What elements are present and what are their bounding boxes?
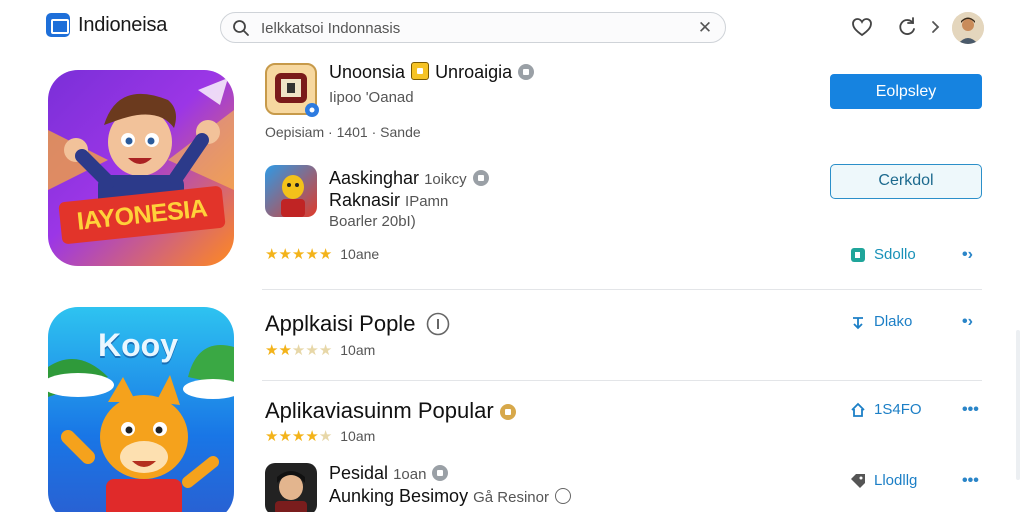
download-icon: [853, 316, 863, 329]
section-title[interactable]: Aplikaviasuinm Popular: [265, 398, 516, 424]
rating-count: 10ane: [340, 246, 380, 262]
star-full-icon: ★: [318, 246, 333, 263]
featured-app-title[interactable]: Unoonsia Unroaigia: [329, 62, 535, 83]
scrollbar[interactable]: [1016, 330, 1020, 480]
character-icon: [275, 471, 307, 512]
popular-tile-logo: Kooy: [98, 327, 178, 363]
open-button[interactable]: Cerkdol: [830, 164, 982, 199]
award-icon: [499, 404, 516, 420]
chevron-right-icon[interactable]: [928, 14, 944, 40]
more-options-icon[interactable]: •›: [962, 313, 973, 331]
clear-search-icon[interactable]: ✕: [695, 18, 715, 38]
status-action[interactable]: Llodllg: [850, 472, 917, 489]
app-subtitle: Aunking Besimoy Gå Resinor: [329, 486, 571, 507]
star-empty-icon: ★: [318, 428, 333, 445]
lock-icon: [432, 465, 449, 481]
star-empty-icon: ★: [291, 342, 306, 359]
divider: [262, 380, 982, 381]
bookmark-icon: [851, 247, 865, 262]
more-options-icon[interactable]: •›: [962, 246, 973, 264]
star-full-icon: ★: [291, 246, 306, 263]
divider: [262, 289, 982, 290]
brand-name: Indioneisa: [78, 13, 168, 36]
rating-count: 10am: [340, 428, 376, 444]
verified-icon: [305, 103, 319, 117]
app-thumb[interactable]: [265, 165, 317, 217]
editor-choice-icon: [411, 62, 430, 80]
install-button[interactable]: Eolpsley: [830, 74, 982, 109]
star-empty-icon: ★: [305, 342, 319, 359]
save-action[interactable]: Sdollo: [850, 246, 916, 263]
star-full-icon: ★: [265, 428, 279, 445]
user-avatar-icon: [952, 12, 984, 44]
upload-action[interactable]: 1S4FO: [850, 401, 922, 418]
rating-count: 10am: [340, 342, 376, 358]
download-action[interactable]: Dlako: [850, 313, 912, 330]
avatar[interactable]: [952, 12, 984, 44]
more-options-icon[interactable]: •••: [962, 472, 979, 490]
app-developer: Boarler 20bI): [329, 213, 416, 230]
popular-app-tile[interactable]: Kooy: [48, 307, 234, 512]
app-store-icon: [46, 13, 70, 37]
heart-icon[interactable]: [849, 14, 875, 40]
featured-app-thumb[interactable]: [265, 63, 319, 117]
star-full-icon: ★: [291, 428, 306, 445]
featured-app-tile[interactable]: IAYONESIA: [48, 70, 234, 266]
star-full-icon: ★: [278, 428, 292, 445]
app-subtitle: Raknasir IPamn: [329, 190, 449, 210]
brand[interactable]: Indioneisa: [46, 13, 167, 37]
rating-stars: ★★★★★ 10am: [265, 341, 375, 359]
star-full-icon: ★: [278, 342, 292, 359]
featured-publisher[interactable]: Iipoo 'Oanad: [329, 89, 414, 106]
search-input[interactable]: [261, 17, 681, 39]
app-title[interactable]: Pesidal 1oan: [329, 463, 449, 484]
character-icon: [281, 175, 305, 217]
search-icon: [233, 20, 249, 36]
star-full-icon: ★: [278, 246, 292, 263]
app-thumb[interactable]: [265, 463, 317, 512]
star-full-icon: ★: [265, 342, 279, 359]
circle-icon: [554, 488, 571, 504]
home-icon: [851, 402, 865, 417]
more-options-icon[interactable]: •••: [962, 401, 979, 419]
star-full-icon: ★: [305, 428, 319, 445]
section-title[interactable]: Applkaisi Pople: [265, 311, 450, 337]
lock-icon: [472, 170, 489, 186]
featured-meta: Oepisiam · 1401 · Sande: [265, 124, 421, 140]
refresh-icon[interactable]: [894, 14, 920, 40]
lock-icon: [518, 64, 535, 80]
star-full-icon: ★: [265, 246, 279, 263]
top-bar: Indioneisa ✕: [0, 0, 1024, 54]
rating-stars: ★★★★★ 10ane: [265, 245, 379, 263]
star-empty-icon: ★: [318, 342, 333, 359]
rating-stars: ★★★★★ 10am: [265, 427, 375, 445]
info-icon[interactable]: [426, 312, 450, 336]
app-title[interactable]: Aaskinghar 1oikcy: [329, 168, 489, 189]
search-bar[interactable]: ✕: [220, 12, 726, 43]
tag-icon: [851, 473, 865, 488]
star-full-icon: ★: [305, 246, 319, 263]
